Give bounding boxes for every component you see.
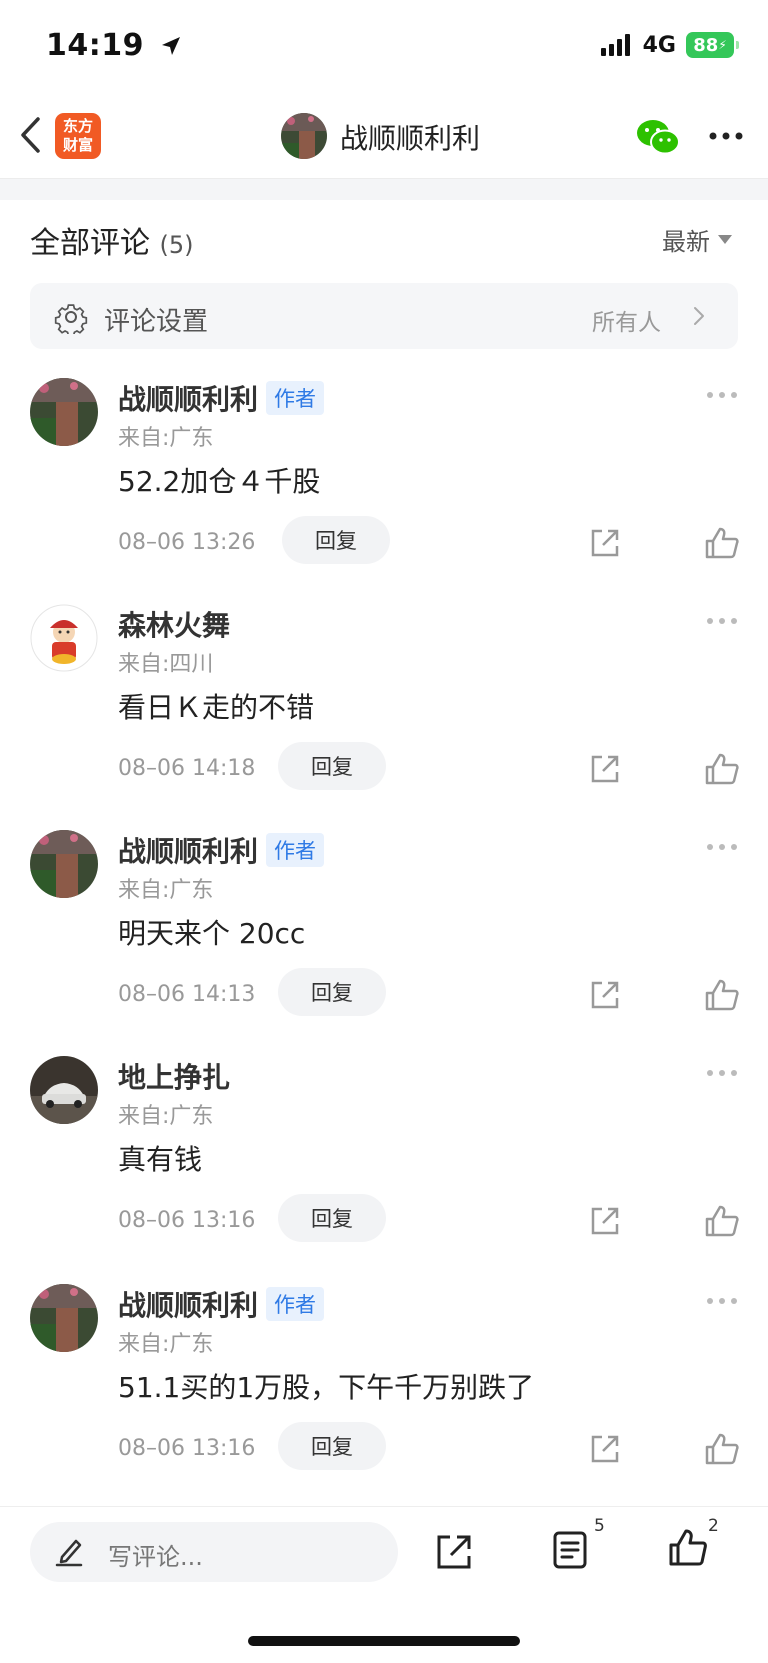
share-icon[interactable] bbox=[588, 1204, 622, 1238]
thumbs-up-icon[interactable] bbox=[704, 978, 740, 1012]
chevron-right-icon bbox=[694, 307, 704, 325]
like-count-badge: 2 bbox=[708, 1516, 719, 1536]
comment-time: 08–06 13:26 bbox=[118, 530, 256, 555]
comment-text: 真有钱 bbox=[118, 1143, 203, 1176]
comment-more-icon[interactable] bbox=[706, 842, 738, 852]
share-icon[interactable] bbox=[434, 1532, 474, 1572]
battery-level: 88 bbox=[693, 34, 719, 56]
status-indicators: 4G 88 ⚡ bbox=[600, 32, 739, 58]
reply-button[interactable]: 回复 bbox=[282, 516, 390, 564]
thumbs-up-icon[interactable] bbox=[704, 1432, 740, 1466]
comment-author[interactable]: 战顺顺利利 作者 bbox=[118, 830, 325, 870]
avatar[interactable] bbox=[30, 830, 98, 898]
thumbs-up-icon[interactable] bbox=[704, 526, 740, 560]
cellular-signal-icon bbox=[600, 34, 630, 56]
status-time: 14:19 bbox=[46, 28, 183, 63]
thumbs-up-icon[interactable] bbox=[704, 1204, 740, 1238]
bottom-bar-divider bbox=[0, 1506, 768, 1507]
comment-author[interactable]: 森林火舞 bbox=[118, 604, 230, 644]
comment-location: 来自:广东 bbox=[118, 1104, 214, 1129]
reply-button[interactable]: 回复 bbox=[278, 1422, 386, 1470]
comment-time: 08–06 13:16 bbox=[118, 1208, 256, 1233]
reply-button[interactable]: 回复 bbox=[278, 968, 386, 1016]
nav-author-avatar[interactable] bbox=[281, 113, 327, 159]
comment-more-icon[interactable] bbox=[706, 1296, 738, 1306]
comment-text: 52.2加仓４千股 bbox=[118, 465, 321, 498]
author-badge: 作者 bbox=[266, 1287, 325, 1321]
comment-count-badge: 5 bbox=[594, 1516, 605, 1536]
nav-divider bbox=[0, 178, 768, 200]
reply-button[interactable]: 回复 bbox=[278, 1194, 386, 1242]
comment-item: 森林火舞 来自:四川 看日Ｋ走的不错 08–06 14:18 回复 bbox=[0, 604, 768, 830]
like-button[interactable]: 2 bbox=[668, 1516, 748, 1576]
wechat-share-icon[interactable] bbox=[636, 117, 680, 157]
pencil-icon bbox=[55, 1539, 83, 1567]
reply-button[interactable]: 回复 bbox=[278, 742, 386, 790]
write-comment-input[interactable] bbox=[30, 1522, 398, 1582]
sort-label: 最新 bbox=[662, 228, 710, 256]
comment-location: 来自:广东 bbox=[118, 1332, 214, 1357]
comment-time: 08–06 14:13 bbox=[118, 982, 256, 1007]
back-chevron-icon[interactable] bbox=[16, 115, 46, 155]
comment-author[interactable]: 战顺顺利利 作者 bbox=[118, 1284, 325, 1324]
comment-more-icon[interactable] bbox=[706, 1068, 738, 1078]
share-icon[interactable] bbox=[588, 752, 622, 786]
more-options-icon[interactable] bbox=[708, 126, 744, 146]
comment-item: 战顺顺利利 作者 来自:广东 明天来个 20cc 08–06 14:13 回复 bbox=[0, 830, 768, 1056]
sort-dropdown[interactable]: 最新 bbox=[662, 222, 732, 257]
avatar[interactable] bbox=[30, 1056, 98, 1124]
thumbs-up-icon bbox=[669, 1529, 707, 1566]
comment-time: 08–06 13:16 bbox=[118, 1436, 256, 1461]
document-list-icon bbox=[553, 1531, 587, 1569]
write-comment-placeholder: 写评论... bbox=[108, 1543, 203, 1571]
comment-item: 地上挣扎 来自:广东 真有钱 08–06 13:16 回复 bbox=[0, 1056, 768, 1282]
comment-item: 战顺顺利利 作者 来自:广东 51.1买的1万股，下午千万别跌了 08–06 1… bbox=[0, 1284, 768, 1510]
location-arrow-icon bbox=[161, 37, 180, 55]
comment-text: 51.1买的1万股，下午千万别跌了 bbox=[118, 1371, 535, 1404]
avatar[interactable] bbox=[30, 604, 98, 672]
comment-location: 来自:四川 bbox=[118, 652, 214, 677]
gear-icon bbox=[54, 304, 88, 334]
share-icon[interactable] bbox=[588, 526, 622, 560]
thumbs-up-icon[interactable] bbox=[704, 752, 740, 786]
battery-icon: 88 ⚡ bbox=[686, 32, 739, 58]
comment-more-icon[interactable] bbox=[706, 616, 738, 626]
comment-author[interactable]: 地上挣扎 bbox=[118, 1056, 230, 1096]
comment-item: 战顺顺利利 作者 来自:广东 52.2加仓４千股 08–06 13:26 回复 bbox=[0, 378, 768, 604]
comments-title: 全部评论 (5) bbox=[30, 226, 194, 261]
author-badge: 作者 bbox=[266, 833, 325, 867]
avatar[interactable] bbox=[30, 1284, 98, 1352]
comment-text: 看日Ｋ走的不错 bbox=[118, 691, 315, 724]
comment-settings-value: 所有人 bbox=[592, 310, 661, 336]
comment-location: 来自:广东 bbox=[118, 426, 214, 451]
comment-time: 08–06 14:18 bbox=[118, 756, 256, 781]
comment-more-icon[interactable] bbox=[706, 390, 738, 400]
home-indicator bbox=[248, 1636, 520, 1646]
eastmoney-logo[interactable]: 东方 财富 bbox=[55, 113, 101, 159]
avatar[interactable] bbox=[30, 378, 98, 446]
comment-settings-label: 评论设置 bbox=[104, 307, 209, 337]
caret-down-icon bbox=[718, 235, 732, 244]
comments-count: (5) bbox=[159, 231, 194, 259]
comment-text: 明天来个 20cc bbox=[118, 917, 306, 950]
page-title: 战顺顺利利 bbox=[340, 122, 481, 155]
share-icon[interactable] bbox=[588, 978, 622, 1012]
share-icon[interactable] bbox=[588, 1432, 622, 1466]
comment-author[interactable]: 战顺顺利利 作者 bbox=[118, 378, 325, 418]
author-badge: 作者 bbox=[266, 381, 325, 415]
network-type: 4G bbox=[642, 32, 676, 58]
comments-button[interactable]: 5 bbox=[552, 1516, 622, 1576]
comment-location: 来自:广东 bbox=[118, 878, 214, 903]
